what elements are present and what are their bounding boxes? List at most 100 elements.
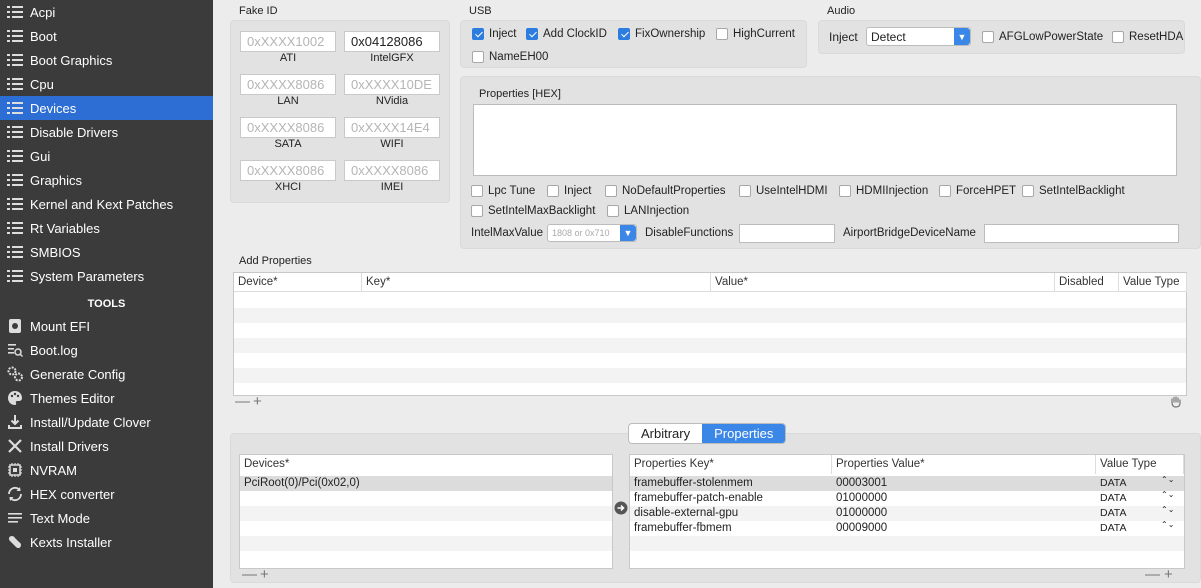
updown-chevron-icon[interactable]: ⌃⌄ bbox=[1161, 476, 1174, 484]
table-row[interactable]: framebuffer-fbmem 00009000 DATA ⌃⌄ bbox=[630, 521, 1184, 536]
disable-functions-input[interactable] bbox=[739, 224, 835, 243]
airport-input[interactable] bbox=[984, 224, 1179, 243]
fake-id-lan-input[interactable]: 0xXXXX8086 bbox=[240, 74, 336, 95]
tool-item-install-update-clover[interactable]: Install/Update Clover bbox=[0, 410, 213, 434]
updown-chevron-icon[interactable]: ⌃⌄ bbox=[1161, 506, 1174, 514]
fake-id-sata-input[interactable]: 0xXXXX8086 bbox=[240, 117, 336, 138]
fake-id-wifi-input[interactable]: 0xXXXX14E4 bbox=[344, 117, 440, 138]
table-row[interactable]: PciRoot(0)/Pci(0x02,0) bbox=[240, 476, 612, 491]
sidebar-item-disable-drivers[interactable]: Disable Drivers bbox=[0, 120, 213, 144]
properties-remove-button[interactable]: — bbox=[1145, 566, 1160, 583]
property-type[interactable]: DATA bbox=[1100, 506, 1126, 521]
add-properties-column-header[interactable]: Device* bbox=[234, 273, 362, 292]
tool-item-nvram[interactable]: NVRAM bbox=[0, 458, 213, 482]
sidebar-item-devices[interactable]: Devices bbox=[0, 96, 213, 120]
updown-chevron-icon[interactable]: ⌃⌄ bbox=[1161, 521, 1174, 529]
table-row[interactable] bbox=[240, 506, 612, 521]
tool-item-text-mode[interactable]: Text Mode bbox=[0, 506, 213, 530]
table-row[interactable] bbox=[630, 551, 1184, 566]
updown-chevron-icon[interactable]: ⌃⌄ bbox=[1161, 491, 1174, 499]
add-properties-remove-button[interactable]: — bbox=[235, 393, 250, 410]
sidebar-item-cpu[interactable]: Cpu bbox=[0, 72, 213, 96]
audio-inject-select[interactable]: Detect ▼ bbox=[866, 27, 971, 46]
table-row[interactable] bbox=[240, 491, 612, 506]
sidebar-item-graphics[interactable]: Graphics bbox=[0, 168, 213, 192]
properties-forcehpet-checkbox[interactable]: ForceHPET bbox=[939, 185, 1016, 197]
properties-inject-checkbox[interactable]: Inject bbox=[547, 185, 592, 197]
properties-column-header[interactable]: Properties Key* bbox=[630, 455, 832, 474]
fake-id-imei-input[interactable]: 0xXXXX8086 bbox=[344, 160, 440, 181]
add-properties-column-header[interactable]: Key* bbox=[362, 273, 711, 292]
sidebar-item-smbios[interactable]: SMBIOS bbox=[0, 240, 213, 264]
usb-add-clockid-checkbox[interactable]: Add ClockID bbox=[526, 28, 607, 40]
table-row[interactable]: disable-external-gpu 01000000 DATA ⌃⌄ bbox=[630, 506, 1184, 521]
properties-add-button[interactable]: + bbox=[1164, 566, 1173, 583]
table-row[interactable] bbox=[234, 338, 1186, 353]
devices-remove-button[interactable]: — bbox=[242, 566, 257, 583]
tool-item-generate-config[interactable]: Generate Config bbox=[0, 362, 213, 386]
properties-column-header[interactable]: Value Type bbox=[1096, 455, 1184, 474]
checkbox-label: NameEH00 bbox=[489, 51, 549, 63]
properties-laninjection-checkbox[interactable]: LANInjection bbox=[607, 205, 689, 217]
usb-highcurrent-checkbox[interactable]: HighCurrent bbox=[716, 28, 795, 40]
table-row[interactable]: framebuffer-patch-enable 01000000 DATA ⌃⌄ bbox=[630, 491, 1184, 506]
tab-arbitrary[interactable]: Arbitrary bbox=[629, 424, 702, 443]
properties-useintelhdmi-checkbox[interactable]: UseIntelHDMI bbox=[739, 185, 828, 197]
tool-item-boot-log[interactable]: Boot.log bbox=[0, 338, 213, 362]
add-properties-column-header[interactable]: Value* bbox=[711, 273, 1055, 292]
sidebar-item-system-parameters[interactable]: System Parameters bbox=[0, 264, 213, 288]
properties-hex-textarea[interactable] bbox=[473, 104, 1177, 176]
table-row[interactable] bbox=[240, 551, 612, 566]
property-type[interactable]: DATA bbox=[1100, 491, 1126, 506]
airport-label: AirportBridgeDeviceName bbox=[843, 227, 976, 239]
table-row[interactable] bbox=[240, 521, 612, 536]
tool-item-install-drivers[interactable]: Install Drivers bbox=[0, 434, 213, 458]
arrow-right-circle-icon[interactable] bbox=[614, 501, 628, 515]
audio-resethda-checkbox[interactable]: ResetHDA bbox=[1112, 31, 1183, 43]
table-row[interactable] bbox=[234, 353, 1186, 368]
disk-icon bbox=[9, 319, 21, 333]
sidebar-item-rt-variables[interactable]: Rt Variables bbox=[0, 216, 213, 240]
table-row[interactable] bbox=[234, 293, 1186, 308]
table-row[interactable] bbox=[630, 536, 1184, 551]
sidebar-item-gui[interactable]: Gui bbox=[0, 144, 213, 168]
fake-id-xhci-input[interactable]: 0xXXXX8086 bbox=[240, 160, 336, 181]
tab-properties[interactable]: Properties bbox=[702, 424, 786, 443]
add-properties-column-header[interactable]: Value Type bbox=[1119, 273, 1187, 292]
property-type[interactable]: DATA bbox=[1100, 476, 1126, 491]
table-row[interactable] bbox=[234, 368, 1186, 383]
sidebar-item-boot-graphics[interactable]: Boot Graphics bbox=[0, 48, 213, 72]
table-row[interactable]: framebuffer-stolenmem 00003001 DATA ⌃⌄ bbox=[630, 476, 1184, 491]
sidebar-item-kernel-and-kext-patches[interactable]: Kernel and Kext Patches bbox=[0, 192, 213, 216]
property-type[interactable]: DATA bbox=[1100, 521, 1126, 536]
properties-setintelmaxbacklight-checkbox[interactable]: SetIntelMaxBacklight bbox=[471, 205, 595, 217]
properties-hdmiinjection-checkbox[interactable]: HDMIInjection bbox=[839, 185, 928, 197]
usb-fixownership-checkbox[interactable]: FixOwnership bbox=[618, 28, 705, 40]
fake-id-ati-input[interactable]: 0xXXXX1002 bbox=[240, 31, 336, 52]
fake-id-lan-label: LAN bbox=[277, 95, 299, 107]
properties-nodefaultproperties-checkbox[interactable]: NoDefaultProperties bbox=[605, 185, 726, 197]
checkbox-label: ForceHPET bbox=[956, 185, 1017, 197]
tool-item-mount-efi[interactable]: Mount EFI bbox=[0, 314, 213, 338]
tool-item-kexts-installer[interactable]: Kexts Installer bbox=[0, 530, 213, 554]
audio-afglowpowerstate-checkbox[interactable]: AFGLowPowerState bbox=[982, 31, 1103, 43]
tool-item-hex-converter[interactable]: HEX converter bbox=[0, 482, 213, 506]
properties-setintelbacklight-checkbox[interactable]: SetIntelBacklight bbox=[1022, 185, 1125, 197]
sidebar-item-acpi[interactable]: Acpi bbox=[0, 0, 213, 24]
properties-column-header[interactable]: Properties Value* bbox=[832, 455, 1096, 474]
sidebar-item-boot[interactable]: Boot bbox=[0, 24, 213, 48]
usb-nameeh00-checkbox[interactable]: NameEH00 bbox=[472, 51, 548, 63]
drag-hand-icon[interactable] bbox=[1169, 395, 1183, 409]
properties-lpc-tune-checkbox[interactable]: Lpc Tune bbox=[471, 185, 535, 197]
fake-id-intelgfx-input[interactable]: 0x04128086 bbox=[344, 31, 440, 52]
table-row[interactable] bbox=[240, 536, 612, 551]
add-properties-column-header[interactable]: Disabled bbox=[1055, 273, 1119, 292]
table-row[interactable] bbox=[234, 308, 1186, 323]
usb-inject-checkbox[interactable]: Inject bbox=[472, 28, 517, 40]
table-row[interactable] bbox=[234, 323, 1186, 338]
add-properties-add-button[interactable]: + bbox=[253, 393, 262, 410]
fake-id-nvidia-input[interactable]: 0xXXXX10DE bbox=[344, 74, 440, 95]
devices-add-button[interactable]: + bbox=[260, 566, 269, 583]
intel-max-select[interactable]: 1808 or 0x710 ▼ bbox=[547, 224, 637, 242]
tool-item-themes-editor[interactable]: Themes Editor bbox=[0, 386, 213, 410]
